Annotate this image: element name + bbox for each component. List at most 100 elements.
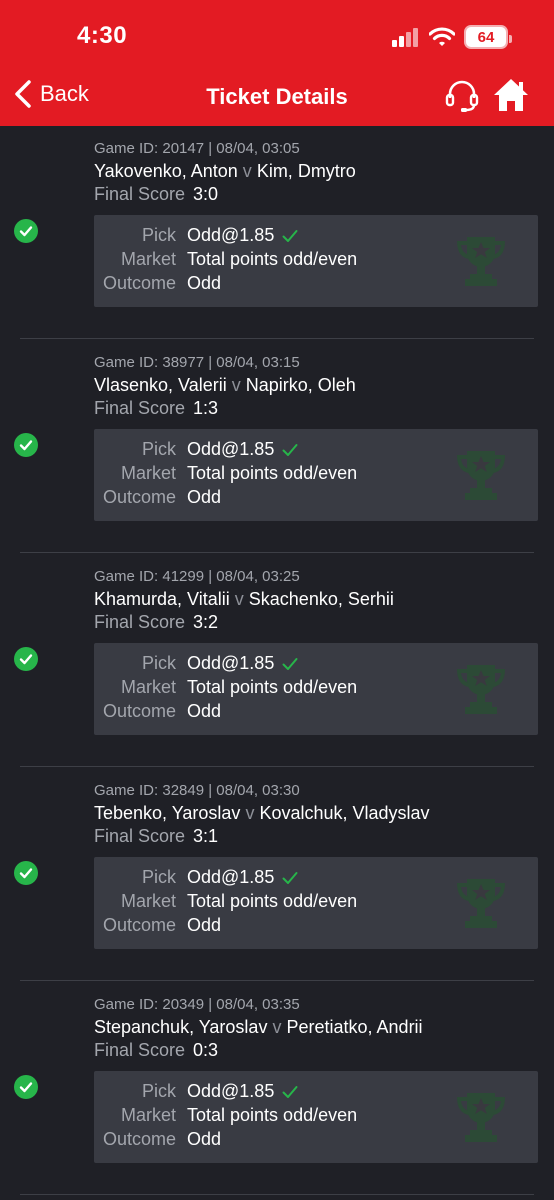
player-home: Yakovenko, Anton [94, 161, 238, 181]
divider [20, 766, 534, 767]
final-score: Final Score 3:0 [94, 184, 218, 205]
player-home: Tebenko, Yaroslav [94, 803, 241, 823]
back-label: Back [40, 81, 89, 106]
checkmark-icon [282, 1086, 298, 1099]
match-players: Tebenko, Yaroslav v Kovalchuk, Vladyslav [94, 803, 430, 824]
status-time: 4:30 [77, 22, 128, 49]
player-home: Vlasenko, Valerii [94, 375, 227, 395]
game-id: Game ID: 32849 | 08/04, 03:30 [94, 782, 300, 799]
trophy-icon [457, 451, 505, 500]
back-button[interactable]: Back [14, 80, 89, 108]
market-value: Total points odd/even [187, 1105, 358, 1125]
final-score-value: 3:0 [193, 184, 219, 204]
checkmark-icon [282, 444, 298, 457]
pick-label: Pick [141, 1081, 176, 1101]
final-score-label: Final Score [94, 612, 186, 632]
final-score-label: Final Score [94, 184, 186, 204]
pick-card: Pick Odd@1.85 Market Total points odd/ev… [94, 857, 538, 949]
game-id: Game ID: 20147 | 08/04, 03:05 [94, 140, 300, 157]
check-circle-icon [14, 219, 38, 243]
final-score: Final Score 0:3 [94, 1040, 218, 1061]
ticket-item: Game ID: 20147 | 08/04, 03:05 Yakovenko,… [0, 126, 554, 340]
check-circle-icon [14, 433, 38, 457]
checkmark-icon [282, 658, 298, 671]
pick-card: Pick Odd@1.85 Market Total points odd/ev… [94, 429, 538, 521]
player-away: Kim, Dmytro [256, 161, 356, 181]
player-away: Skachenko, Serhii [248, 589, 394, 609]
outcome-value: Odd [187, 487, 222, 507]
outcome-value: Odd [187, 701, 222, 721]
player-away: Peretiatko, Andrii [286, 1017, 423, 1037]
market-label: Market [120, 677, 176, 697]
pick-label: Pick [141, 653, 176, 673]
market-value: Total points odd/even [187, 463, 358, 483]
home-button[interactable] [492, 77, 530, 118]
market-value: Total points odd/even [187, 891, 358, 911]
app-header: 4:30 64 Back Ticket Details [0, 0, 554, 126]
pick-label: Pick [141, 867, 176, 887]
match-players: Khamurda, Vitalii v Skachenko, Serhii [94, 589, 394, 610]
player-away: Napirko, Oleh [245, 375, 356, 395]
pick-value: Odd@1.85 [187, 225, 275, 245]
versus-label: v [234, 589, 244, 609]
battery-indicator: 64 [464, 25, 512, 49]
market-value: Total points odd/even [187, 249, 358, 269]
market-value: Total points odd/even [187, 677, 358, 697]
trophy-icon [457, 665, 505, 714]
market-label: Market [120, 249, 176, 269]
match-players: Vlasenko, Valerii v Napirko, Oleh [94, 375, 356, 396]
final-score: Final Score 3:2 [94, 612, 218, 633]
pick-label: Pick [141, 225, 176, 245]
market-label: Market [120, 463, 176, 483]
final-score: Final Score 3:1 [94, 826, 218, 847]
headset-support-icon [445, 80, 479, 112]
divider [20, 338, 534, 339]
check-circle-icon [14, 861, 38, 885]
ticket-item: Game ID: 38977 | 08/04, 03:15 Vlasenko, … [0, 340, 554, 554]
game-id: Game ID: 38977 | 08/04, 03:15 [94, 354, 300, 371]
check-circle-icon [14, 647, 38, 671]
battery-level: 64 [477, 28, 495, 46]
versus-label: v [231, 375, 241, 395]
final-score-label: Final Score [94, 826, 186, 846]
pick-value: Odd@1.85 [187, 1081, 275, 1101]
game-id: Game ID: 41299 | 08/04, 03:25 [94, 568, 300, 585]
outcome-label: Outcome [102, 701, 176, 721]
nav-bar: Back Ticket Details [0, 72, 554, 122]
chevron-left-icon [15, 80, 31, 108]
final-score-value: 1:3 [193, 398, 219, 418]
player-home: Stepanchuk, Yaroslav [94, 1017, 268, 1037]
outcome-value: Odd [187, 915, 222, 935]
match-players: Yakovenko, Anton v Kim, Dmytro [94, 161, 356, 182]
divider [20, 1194, 534, 1195]
market-label: Market [120, 891, 176, 911]
divider [20, 980, 534, 981]
final-score-value: 0:3 [193, 1040, 219, 1060]
final-score-value: 3:2 [193, 612, 219, 632]
versus-label: v [242, 161, 252, 181]
ticket-item: Game ID: 20349 | 08/04, 03:35 Stepanchuk… [0, 982, 554, 1196]
ticket-item: Game ID: 32849 | 08/04, 03:30 Tebenko, Y… [0, 768, 554, 982]
ticket-item: Game ID: 41299 | 08/04, 03:25 Khamurda, … [0, 554, 554, 768]
pick-label: Pick [141, 439, 176, 459]
checkmark-icon [282, 230, 298, 243]
trophy-icon [457, 237, 505, 286]
pick-card: Pick Odd@1.85 Market Total points odd/ev… [94, 1071, 538, 1163]
support-button[interactable] [444, 78, 480, 119]
versus-label: v [272, 1017, 282, 1037]
player-away: Kovalchuk, Vladyslav [259, 803, 430, 823]
player-home: Khamurda, Vitalii [94, 589, 230, 609]
wifi-icon [429, 27, 455, 46]
trophy-icon [457, 1093, 505, 1142]
outcome-label: Outcome [102, 487, 176, 507]
game-id: Game ID: 20349 | 08/04, 03:35 [94, 996, 300, 1013]
pick-value: Odd@1.85 [187, 439, 275, 459]
check-circle-icon [14, 1075, 38, 1099]
outcome-label: Outcome [102, 273, 176, 293]
status-icons: 64 [392, 24, 512, 50]
pick-card: Pick Odd@1.85 Market Total points odd/ev… [94, 643, 538, 735]
final-score-label: Final Score [94, 1040, 186, 1060]
home-icon [494, 79, 528, 111]
pick-value: Odd@1.85 [187, 867, 275, 887]
final-score-value: 3:1 [193, 826, 219, 846]
